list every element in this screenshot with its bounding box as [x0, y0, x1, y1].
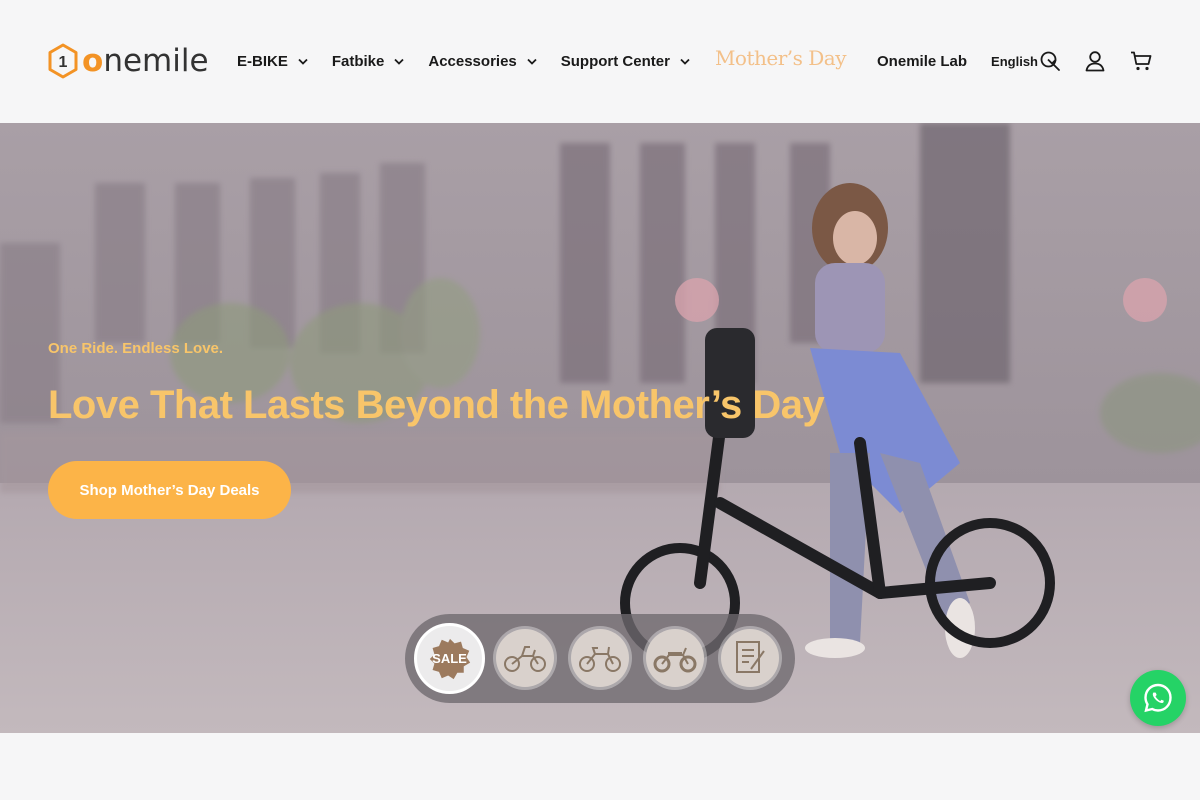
nav-item-fatbike[interactable]: Fatbike — [332, 53, 405, 70]
nav-item-onemile-lab[interactable]: Onemile Lab — [877, 53, 967, 70]
nav-item-label: Fatbike — [331, 52, 385, 70]
chevron-down-icon — [298, 58, 308, 65]
slide-thumb-fat-bike[interactable] — [643, 626, 707, 690]
chevron-down-icon — [394, 58, 404, 65]
nav-item-accessories[interactable]: Accessories — [428, 52, 537, 70]
whatsapp-icon — [1144, 683, 1172, 713]
hero-tagline: One Ride. Endless Love. — [48, 340, 224, 357]
search-icon[interactable] — [1039, 50, 1061, 72]
slide-thumb-city-bike[interactable] — [568, 626, 632, 690]
nav-item-label: E-BIKE — [237, 52, 288, 70]
shop-mothers-day-deals-button[interactable]: Shop Mother’s Day Deals — [48, 461, 291, 519]
sale-badge-label: SALE — [432, 651, 467, 666]
nav-item-support-center[interactable]: Support Center — [561, 53, 690, 70]
slide-thumb-document[interactable] — [718, 626, 782, 690]
main-nav: E-BIKE Fatbike Accessories Support Cente… — [237, 46, 1057, 74]
hero-banner: One Ride. Endless Love. Love That Lasts … — [0, 123, 1200, 733]
whatsapp-chat-button[interactable] — [1130, 670, 1186, 726]
folding-bike-icon — [496, 629, 554, 687]
nav-item-mothers-day[interactable]: Mother’s Day — [715, 46, 847, 70]
language-label: English — [991, 53, 1038, 69]
logo-wordmark: onemile — [82, 43, 209, 79]
nav-item-label: Support Center — [560, 52, 670, 70]
onemile-logo[interactable]: 1 onemile — [47, 43, 209, 79]
chevron-down-icon — [527, 58, 537, 65]
account-icon[interactable] — [1084, 50, 1106, 72]
logo-hexagon-icon: 1 — [48, 43, 78, 79]
nav-item-label: Accessories — [428, 52, 517, 70]
document-icon — [721, 629, 779, 687]
slide-thumb-sale[interactable]: SALE — [414, 623, 485, 694]
nav-item-ebike[interactable]: E-BIKE — [237, 53, 308, 70]
cart-icon[interactable] — [1130, 50, 1152, 72]
svg-text:1: 1 — [59, 54, 68, 71]
fat-bike-icon — [646, 629, 704, 687]
chevron-down-icon — [680, 58, 690, 65]
city-bike-icon — [571, 629, 629, 687]
hero-title: Love That Lasts Beyond the Mother’s Day — [48, 383, 825, 427]
sale-badge-icon: SALE — [428, 637, 472, 681]
site-header: 1 onemile E-BIKE Fatbike Accessories Sup… — [0, 0, 1200, 123]
slide-thumb-folding-bike[interactable] — [493, 626, 557, 690]
hero-slide-nav: SALE — [405, 614, 795, 703]
